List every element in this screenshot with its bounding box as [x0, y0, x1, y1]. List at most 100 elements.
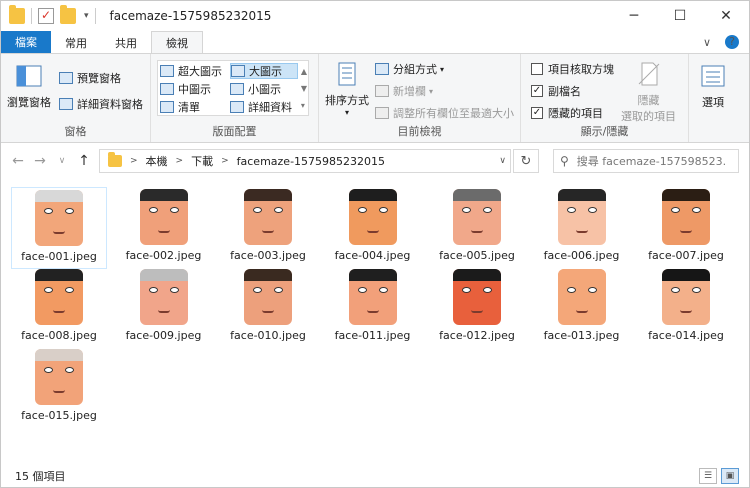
file-item[interactable]: face-007.jpeg — [638, 187, 734, 269]
refresh-icon[interactable]: ↻ — [513, 149, 539, 173]
details-pane-icon — [59, 98, 73, 110]
file-item[interactable]: face-015.jpeg — [11, 347, 107, 429]
layout-medium-icons[interactable]: 中圖示 — [160, 81, 228, 97]
details-pane-button[interactable]: 詳細資料窗格 — [59, 96, 143, 112]
help-icon[interactable]: ? — [725, 35, 739, 49]
search-box[interactable]: ⚲ — [553, 149, 739, 173]
size-all-columns-button[interactable]: 調整所有欄位至最適大小 — [375, 105, 514, 121]
properties-icon[interactable]: ✓ — [38, 8, 54, 24]
file-item[interactable]: face-002.jpeg — [116, 187, 212, 269]
thumbnail-eye — [44, 367, 53, 373]
file-name-extensions-toggle[interactable]: ✓ 副檔名 — [531, 83, 581, 99]
file-name: face-003.jpeg — [230, 249, 306, 262]
thumbnail-eye — [65, 367, 74, 373]
large-icons-icon — [231, 65, 245, 77]
file-thumbnail — [35, 269, 83, 325]
hide-selected-label-2: 選取的項目 — [621, 110, 676, 123]
thumbnail-hair — [662, 269, 710, 281]
gallery-scroll-icon[interactable]: ▲ ▼ ▾ — [301, 63, 307, 114]
file-name: face-015.jpeg — [21, 409, 97, 422]
expand-ribbon-chevron-icon[interactable]: ∨ — [703, 36, 711, 49]
new-folder-icon[interactable] — [60, 5, 76, 24]
details-view-icon[interactable]: ☰ — [699, 468, 717, 484]
file-item[interactable]: face-006.jpeg — [534, 187, 630, 269]
details-pane-label: 詳細資料窗格 — [77, 98, 143, 111]
recent-locations-chevron-icon[interactable]: ∨ — [51, 156, 73, 166]
file-item[interactable]: face-011.jpeg — [325, 267, 421, 349]
thumbnail-mouth — [53, 390, 65, 393]
search-input[interactable] — [576, 154, 727, 168]
file-item[interactable]: face-009.jpeg — [116, 267, 212, 349]
maximize-button[interactable]: ☐ — [657, 1, 703, 31]
add-columns-button[interactable]: 新增欄 ▾ — [375, 83, 433, 99]
hidden-items-toggle[interactable]: ✓ 隱藏的項目 — [531, 105, 603, 121]
tab-share[interactable]: 共用 — [101, 32, 151, 53]
tab-file[interactable]: 檔案 — [1, 31, 51, 53]
item-check-boxes-label: 項目核取方塊 — [548, 63, 614, 76]
file-item[interactable]: face-004.jpeg — [325, 187, 421, 269]
layout-gallery: 超大圖示 大圖示 中圖示 小圖示 清單 詳細資料 ▲ ▼ ▾ — [157, 60, 309, 116]
file-item[interactable]: face-010.jpeg — [220, 267, 316, 349]
breadcrumb-this-pc[interactable]: 本機 — [146, 153, 168, 169]
preview-pane-button[interactable]: 預覽窗格 — [59, 70, 121, 86]
hide-selected-items-button[interactable]: 隱藏 選取的項目 — [621, 60, 676, 124]
thumbnail-eye — [65, 208, 74, 214]
chevron-right-icon[interactable]: > — [221, 156, 229, 166]
layout-list[interactable]: 清單 — [160, 99, 228, 115]
add-columns-label: 新增欄 — [393, 85, 426, 98]
tab-view[interactable]: 檢視 — [151, 31, 203, 53]
thumbnail-mouth — [575, 310, 588, 313]
breadcrumb-current-folder[interactable]: facemaze-1575985232015 — [237, 155, 385, 168]
address-dropdown-icon[interactable]: ∨ — [499, 156, 506, 166]
layout-details[interactable]: 詳細資料 — [230, 99, 298, 115]
thumbnail-hair — [557, 189, 606, 201]
file-item[interactable]: face-005.jpeg — [429, 187, 525, 269]
sort-by-label: 排序方式 — [325, 94, 369, 107]
layout-small-icons[interactable]: 小圖示 — [230, 81, 298, 97]
breadcrumb-downloads[interactable]: 下載 — [191, 153, 213, 169]
file-item[interactable]: face-014.jpeg — [638, 267, 734, 349]
add-columns-icon — [375, 85, 389, 97]
options-button[interactable]: 選項 — [699, 62, 727, 110]
file-item[interactable]: face-012.jpeg — [429, 267, 525, 349]
thumbnail-mouth — [471, 230, 483, 233]
minimize-button[interactable]: ─ — [611, 1, 657, 31]
address-bar[interactable]: > 本機 > 下載 > facemaze-1575985232015 ∨ — [99, 149, 511, 173]
file-thumbnail — [662, 269, 710, 325]
thumbnail-hair — [453, 269, 501, 281]
details-icon — [230, 101, 244, 113]
forward-arrow-icon[interactable]: → — [29, 153, 51, 169]
file-thumbnail — [244, 189, 292, 245]
file-item[interactable]: face-008.jpeg — [11, 267, 107, 349]
thumbnail-eye — [44, 208, 53, 214]
navigation-pane-button[interactable]: 瀏覽窗格 — [7, 62, 51, 110]
file-name: face-007.jpeg — [648, 249, 724, 262]
file-item[interactable]: face-001.jpeg — [11, 187, 107, 269]
item-check-boxes-toggle[interactable]: 項目核取方塊 — [531, 61, 614, 77]
extra-large-icons-icon — [160, 65, 174, 77]
sort-by-button[interactable]: 排序方式 ▾ — [325, 60, 369, 117]
customize-toolbar-arrow-icon[interactable]: ▾ — [84, 11, 89, 21]
chevron-right-icon[interactable]: > — [130, 156, 138, 166]
large-icons-view-icon[interactable]: ▣ — [721, 468, 739, 484]
layout-large-icons[interactable]: 大圖示 — [230, 63, 298, 79]
thumbnail-eye — [169, 207, 179, 213]
close-button[interactable]: ✕ — [703, 1, 749, 31]
chevron-right-icon[interactable]: > — [176, 156, 184, 166]
thumbnail-mouth — [262, 310, 274, 313]
back-arrow-icon[interactable]: ← — [7, 153, 29, 169]
file-item[interactable]: face-013.jpeg — [534, 267, 630, 349]
size-columns-icon — [375, 107, 389, 119]
tab-home[interactable]: 常用 — [51, 32, 101, 53]
thumbnail-mouth — [53, 310, 65, 313]
thumbnail-mouth — [680, 230, 692, 233]
group-by-button[interactable]: 分組方式 ▾ — [375, 61, 444, 77]
thumbnail-eye — [169, 287, 179, 293]
up-arrow-icon[interactable]: ↑ — [73, 153, 95, 169]
file-thumbnail — [35, 190, 83, 246]
ribbon-group-label: 目前檢視 — [397, 125, 442, 138]
ribbon-group-options: 選項 — [689, 54, 749, 142]
file-item[interactable]: face-003.jpeg — [220, 187, 316, 269]
layout-extra-large-icons[interactable]: 超大圖示 — [160, 63, 228, 79]
thumbnail-hair — [35, 349, 83, 361]
